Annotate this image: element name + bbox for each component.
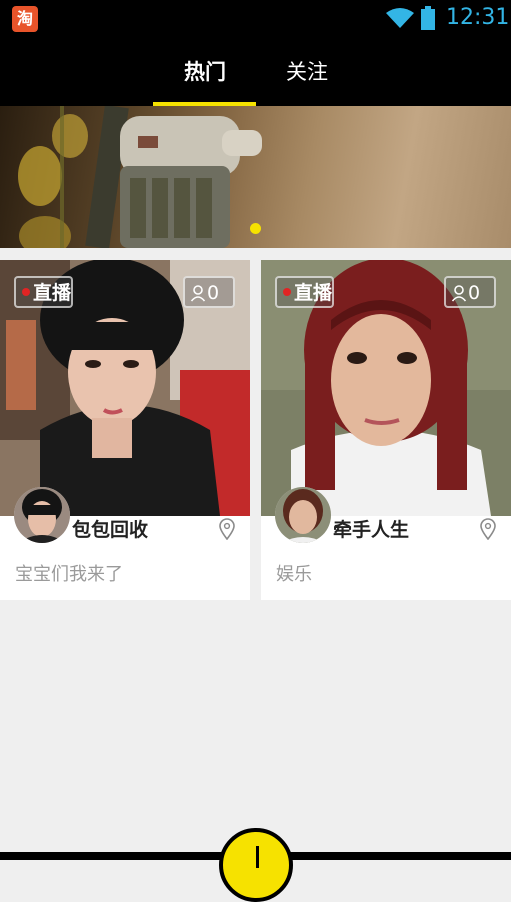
location-pin-icon (219, 518, 235, 540)
streamer-name: 牵手人生 (333, 519, 410, 541)
live-card[interactable]: 直播 0 牵手人生 娱乐 (261, 260, 511, 600)
person-icon (451, 285, 467, 302)
stream-title: 娱乐 (276, 564, 312, 585)
live-dot-icon (22, 288, 30, 296)
start-live-button[interactable] (219, 828, 293, 902)
location-pin-icon (480, 518, 496, 540)
live-label: 直播 (294, 282, 333, 304)
battery-icon (421, 6, 435, 30)
viewer-count: 0 (207, 282, 220, 304)
tab-hot[interactable]: 热门 (182, 58, 228, 86)
status-bar: 淘 12:31 (0, 0, 511, 36)
live-badge: 直播 (275, 276, 334, 308)
taobao-app-icon: 淘 (12, 6, 38, 32)
live-dot-icon (283, 288, 291, 296)
viewer-count: 0 (468, 282, 481, 304)
avatar[interactable] (275, 487, 331, 543)
stream-title: 宝宝们我来了 (15, 564, 123, 585)
live-card[interactable]: 直播 0 包包回收 宝宝们我来了 (0, 260, 250, 600)
status-clock: 12:31 (446, 5, 510, 30)
top-tab-bar: 热门 关注 (0, 36, 511, 106)
avatar[interactable] (14, 487, 70, 543)
viewer-count-badge: 0 (444, 276, 496, 308)
wifi-icon (386, 8, 414, 28)
person-icon (190, 285, 206, 302)
live-start-icon (256, 846, 259, 868)
tab-follow[interactable]: 关注 (284, 58, 330, 86)
live-badge: 直播 (14, 276, 73, 308)
live-label: 直播 (33, 282, 72, 304)
viewer-count-badge: 0 (183, 276, 235, 308)
banner-carousel[interactable] (0, 106, 511, 248)
streamer-name: 包包回收 (72, 519, 149, 541)
banner-page-indicator (250, 223, 261, 234)
